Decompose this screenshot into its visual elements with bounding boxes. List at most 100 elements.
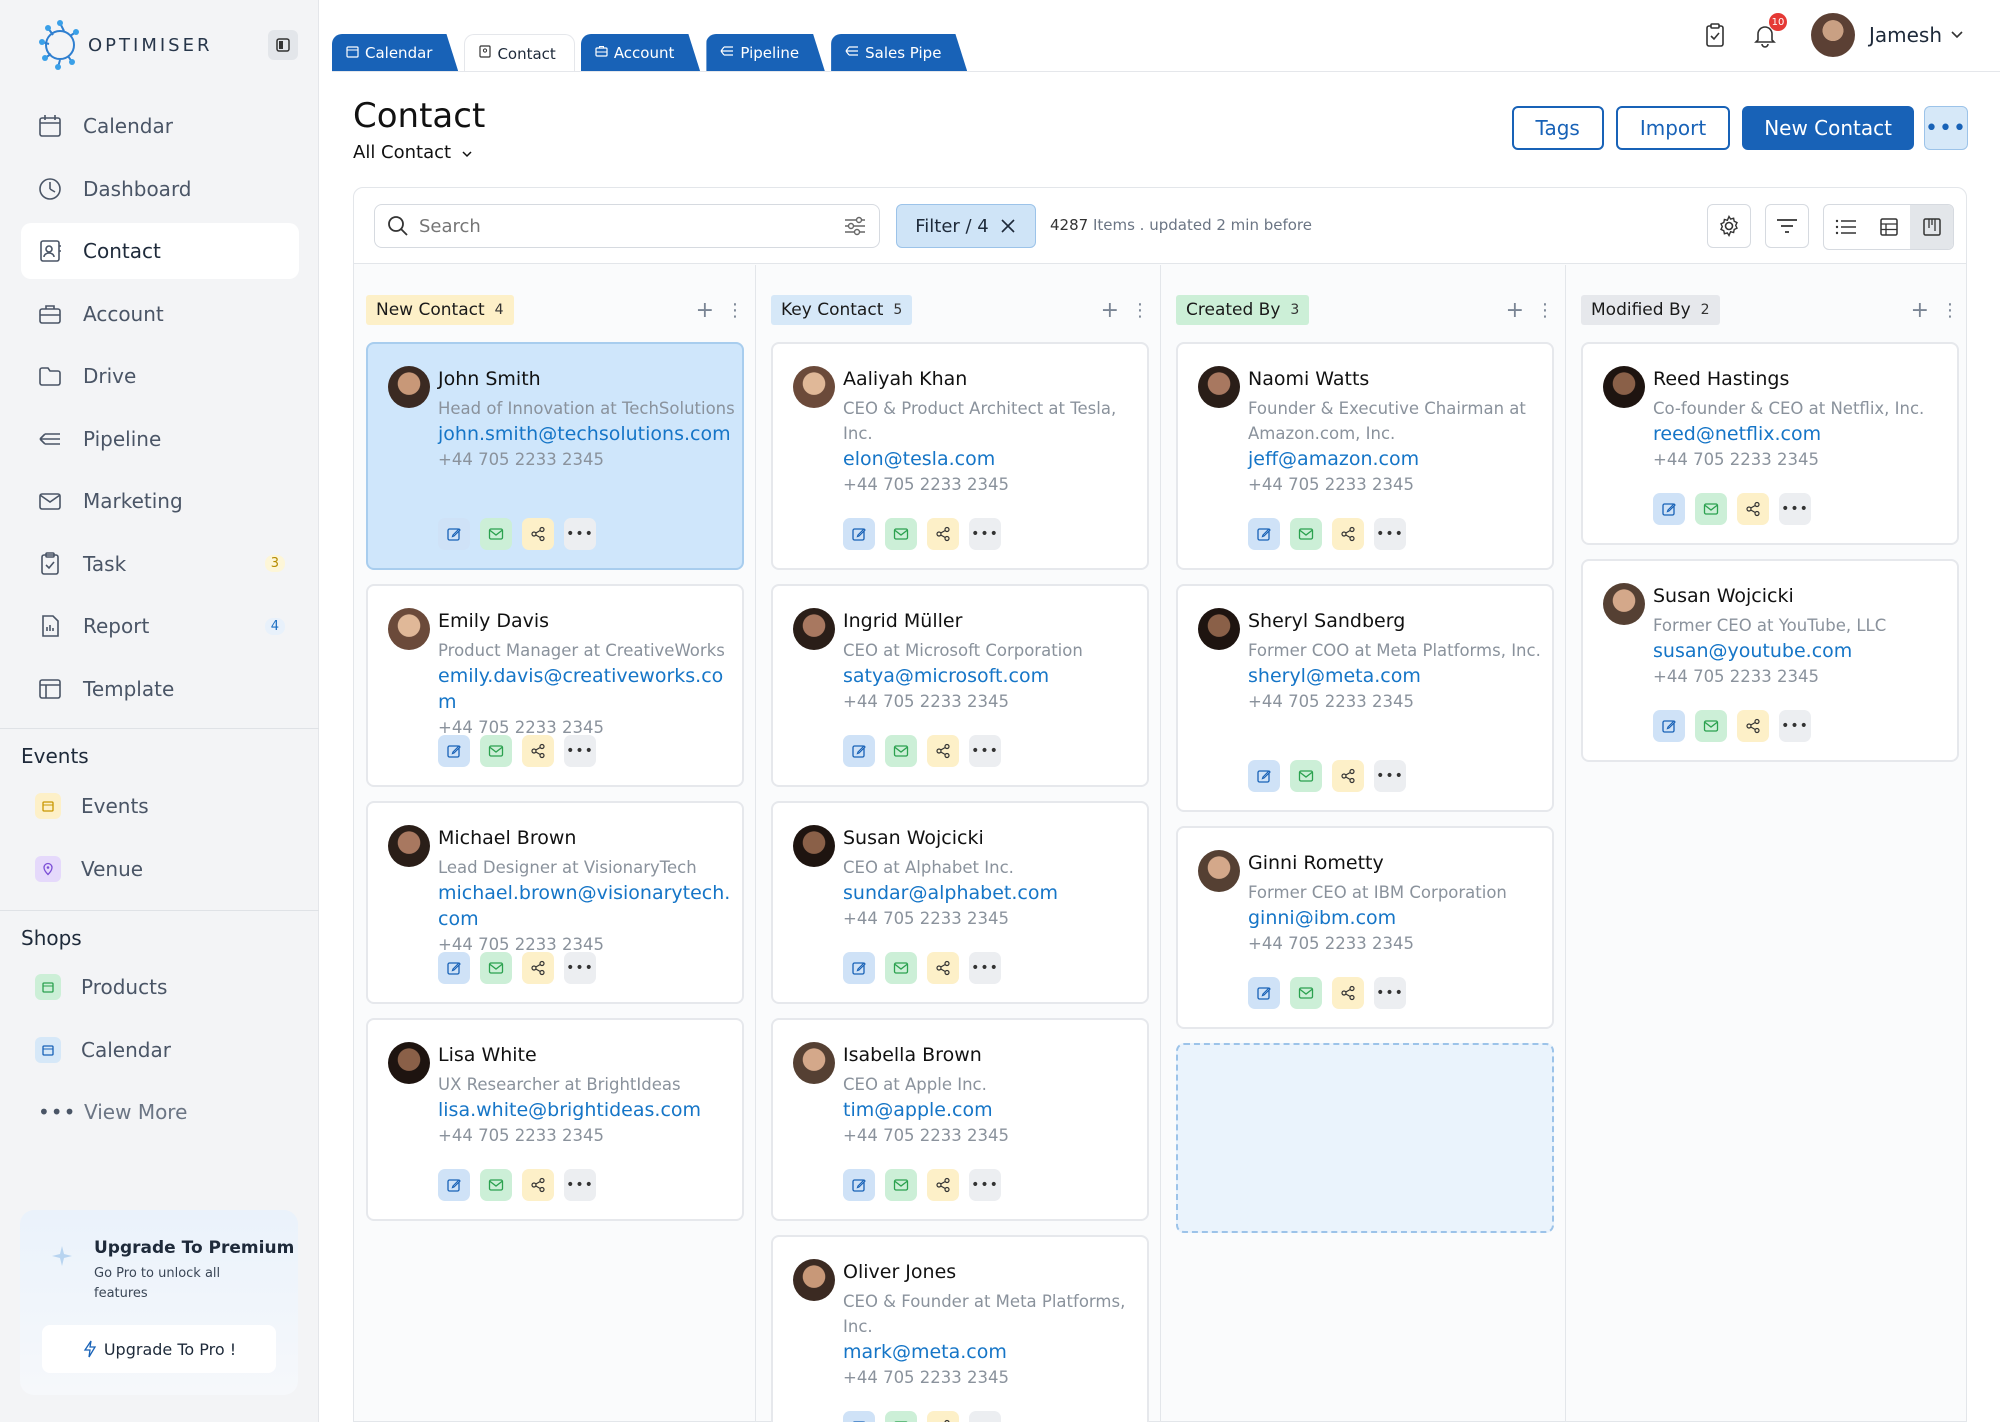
sidebar-item-task[interactable]: Task 3: [21, 536, 299, 592]
card-more-button[interactable]: •••: [969, 1169, 1001, 1201]
list-view-button[interactable]: [1824, 205, 1867, 249]
share-button[interactable]: [927, 518, 959, 550]
sidebar-item-marketing[interactable]: Marketing: [21, 473, 299, 529]
edit-button[interactable]: [438, 518, 470, 550]
contact-name[interactable]: Isabella Brown: [843, 1044, 982, 1066]
card-more-button[interactable]: •••: [1374, 760, 1406, 792]
edit-button[interactable]: [1248, 518, 1280, 550]
kebab-menu-icon[interactable]: ⋮: [726, 300, 744, 321]
card-more-button[interactable]: •••: [564, 518, 596, 550]
share-button[interactable]: [1332, 518, 1364, 550]
contact-card[interactable]: Michael Brown Lead Designer at Visionary…: [366, 801, 744, 1004]
edit-button[interactable]: [843, 952, 875, 984]
contact-card[interactable]: Aaliyah Khan CEO & Product Architect at …: [771, 342, 1149, 570]
app-logo[interactable]: OPTIMISER: [36, 14, 212, 76]
search-input[interactable]: [419, 215, 819, 237]
sidebar-item-shop-calendar[interactable]: Calendar: [35, 1037, 171, 1063]
sort-button[interactable]: [1765, 204, 1809, 248]
edit-button[interactable]: [843, 518, 875, 550]
add-icon[interactable]: +: [1101, 298, 1119, 323]
email-button[interactable]: [480, 1169, 512, 1201]
email-button[interactable]: [1695, 710, 1727, 742]
card-more-button[interactable]: •••: [969, 518, 1001, 550]
tab-account[interactable]: Account: [581, 34, 701, 72]
share-button[interactable]: [522, 735, 554, 767]
card-more-button[interactable]: •••: [969, 735, 1001, 767]
card-more-button[interactable]: •••: [1779, 493, 1811, 525]
contact-email[interactable]: reed@netflix.com: [1653, 421, 1953, 447]
contact-card[interactable]: Naomi Watts Founder & Executive Chairman…: [1176, 342, 1554, 570]
edit-button[interactable]: [1653, 710, 1685, 742]
tab-pipeline[interactable]: Pipeline: [706, 34, 825, 72]
kebab-menu-icon[interactable]: ⋮: [1131, 300, 1149, 321]
kanban-view-button[interactable]: [1910, 205, 1953, 249]
sidebar-item-template[interactable]: Template: [21, 661, 299, 717]
contact-card[interactable]: Ginni Rometty Former CEO at IBM Corporat…: [1176, 826, 1554, 1029]
contact-email[interactable]: ginni@ibm.com: [1248, 905, 1548, 931]
sidebar-item-dashboard[interactable]: Dashboard: [21, 161, 299, 217]
contact-name[interactable]: Lisa White: [438, 1044, 537, 1066]
contact-email[interactable]: sheryl@meta.com: [1248, 663, 1548, 689]
contact-email[interactable]: satya@microsoft.com: [843, 663, 1143, 689]
settings-button[interactable]: [1707, 204, 1751, 248]
card-more-button[interactable]: •••: [1374, 518, 1406, 550]
contact-email[interactable]: john.smith@techsolutions.com: [438, 421, 738, 447]
edit-button[interactable]: [438, 735, 470, 767]
edit-button[interactable]: [1248, 977, 1280, 1009]
contact-name[interactable]: Sheryl Sandberg: [1248, 610, 1405, 632]
email-button[interactable]: [885, 1411, 917, 1422]
share-button[interactable]: [1737, 493, 1769, 525]
sidebar-item-report[interactable]: Report 4: [21, 598, 299, 654]
email-button[interactable]: [885, 735, 917, 767]
card-more-button[interactable]: •••: [564, 1169, 596, 1201]
drop-zone[interactable]: [1176, 1043, 1554, 1233]
collapse-sidebar-button[interactable]: [268, 30, 298, 60]
contact-email[interactable]: tim@apple.com: [843, 1097, 1143, 1123]
edit-button[interactable]: [843, 1411, 875, 1422]
add-icon[interactable]: +: [1506, 298, 1524, 323]
email-button[interactable]: [1695, 493, 1727, 525]
contact-email[interactable]: elon@tesla.com: [843, 446, 1143, 472]
sliders-icon[interactable]: [843, 215, 867, 237]
close-icon[interactable]: [999, 217, 1017, 235]
contact-card[interactable]: Reed Hastings Co-founder & CEO at Netfli…: [1581, 342, 1959, 545]
card-more-button[interactable]: •••: [564, 735, 596, 767]
contact-email[interactable]: jeff@amazon.com: [1248, 446, 1548, 472]
table-view-button[interactable]: [1867, 205, 1910, 249]
add-icon[interactable]: +: [1911, 298, 1929, 323]
email-button[interactable]: [1290, 518, 1322, 550]
view-selector[interactable]: All Contact: [353, 142, 473, 163]
email-button[interactable]: [1290, 977, 1322, 1009]
add-icon[interactable]: +: [696, 298, 714, 323]
email-button[interactable]: [885, 1169, 917, 1201]
sidebar-item-account[interactable]: Account: [21, 286, 299, 342]
contact-name[interactable]: Michael Brown: [438, 827, 576, 849]
sidebar-item-calendar[interactable]: Calendar: [21, 98, 299, 154]
contact-name[interactable]: Susan Wojcicki: [843, 827, 984, 849]
new-contact-button[interactable]: New Contact: [1742, 106, 1914, 150]
sidebar-item-drive[interactable]: Drive: [21, 348, 299, 404]
contact-card[interactable]: Susan Wojcicki Former CEO at YouTube, LL…: [1581, 559, 1959, 762]
contact-name[interactable]: Reed Hastings: [1653, 368, 1789, 390]
share-button[interactable]: [1332, 977, 1364, 1009]
share-button[interactable]: [927, 952, 959, 984]
kebab-menu-icon[interactable]: ⋮: [1536, 300, 1554, 321]
contact-card[interactable]: Susan Wojcicki CEO at Alphabet Inc. sund…: [771, 801, 1149, 1004]
email-button[interactable]: [1290, 760, 1322, 792]
sidebar-item-products[interactable]: Products: [35, 974, 167, 1000]
view-more-button[interactable]: ••• View More: [38, 1100, 187, 1124]
search-box[interactable]: [374, 204, 880, 248]
email-button[interactable]: [885, 952, 917, 984]
clipboard-button[interactable]: [1699, 19, 1731, 51]
contact-email[interactable]: michael.brown@visionarytech.com: [438, 880, 738, 932]
filter-chip[interactable]: Filter / 4: [896, 204, 1036, 248]
share-button[interactable]: [1737, 710, 1769, 742]
card-more-button[interactable]: •••: [1374, 977, 1406, 1009]
contact-card[interactable]: Sheryl Sandberg Former COO at Meta Platf…: [1176, 584, 1554, 812]
card-more-button[interactable]: •••: [969, 952, 1001, 984]
contact-name[interactable]: Aaliyah Khan: [843, 368, 967, 390]
tab-contact[interactable]: Contact: [464, 34, 575, 72]
contact-name[interactable]: Emily Davis: [438, 610, 549, 632]
user-avatar[interactable]: [1810, 13, 1855, 57]
contact-email[interactable]: lisa.white@brightideas.com: [438, 1097, 738, 1123]
